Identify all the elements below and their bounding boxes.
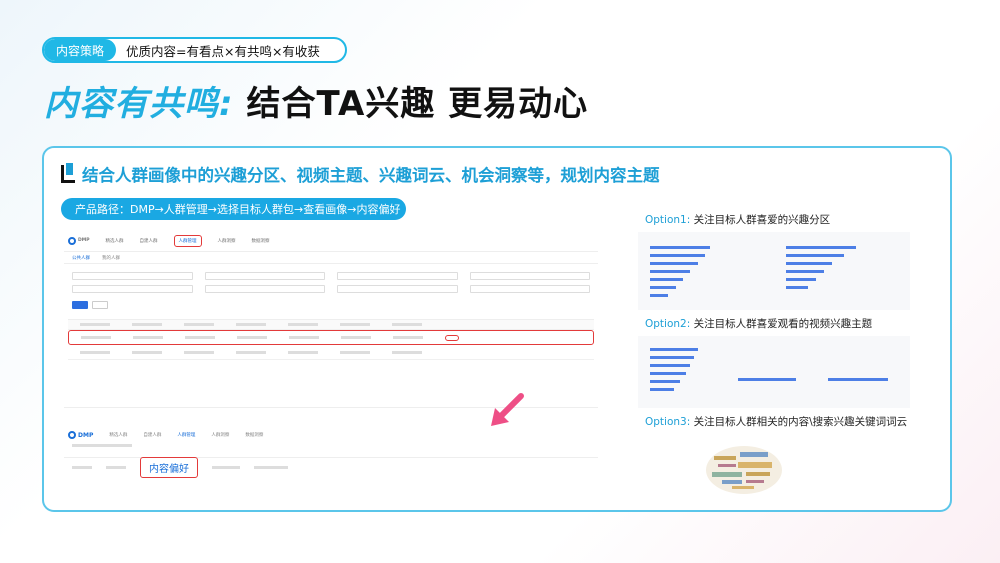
reset-button[interactable] bbox=[92, 301, 108, 309]
video-topic-chart bbox=[638, 336, 910, 408]
dmp-crowd-management-screenshot: DMP 精选人群 自建人群 人群管理 人群洞察 数据洞察 公共人群 我的人群 bbox=[64, 230, 598, 408]
dmp-nav-2: DMP 精选人群 自建人群 人群管理 人群洞察 数据洞察 bbox=[64, 428, 598, 442]
nav-item[interactable]: 人群洞察 bbox=[218, 238, 236, 244]
filter-field[interactable] bbox=[204, 272, 325, 280]
strategy-pill: 内容策略 优质内容=有看点×有共鸣×有收获 bbox=[42, 37, 347, 63]
nav-item[interactable]: 人群管理 bbox=[177, 432, 195, 438]
dmp-logo: DMP bbox=[68, 236, 90, 245]
down-left-arrow-icon bbox=[491, 393, 524, 426]
dmp-logo-icon bbox=[68, 431, 76, 439]
dmp-logo-text: DMP bbox=[78, 238, 90, 243]
nav-item-crowd-management[interactable]: 人群管理 bbox=[173, 234, 202, 247]
dmp-logo-icon bbox=[68, 236, 76, 245]
view-portrait-link[interactable] bbox=[445, 334, 459, 341]
card-title: 结合人群画像中的兴趣分区、视频主题、兴趣词云、机会洞察等，规划内容主题 bbox=[61, 162, 660, 186]
product-path: 产品路径：DMP→人群管理→选择目标人群包→查看画像→内容偏好 bbox=[61, 198, 406, 220]
nav-item[interactable]: 自建人群 bbox=[143, 432, 161, 438]
card-title-text: 结合人群画像中的兴趣分区、视频主题、兴趣词云、机会洞察等，规划内容主题 bbox=[82, 166, 660, 185]
strategy-tagline: 优质内容=有看点×有共鸣×有收获 bbox=[126, 43, 320, 59]
dmp-content-preference-screenshot: DMP 精选人群 自建人群 人群管理 人群洞察 数据洞察 内容偏好 bbox=[64, 428, 598, 498]
filter-field[interactable] bbox=[337, 285, 458, 293]
nav-item[interactable]: 数据洞察 bbox=[252, 238, 270, 244]
table-row[interactable] bbox=[68, 345, 594, 360]
filter-field[interactable] bbox=[469, 272, 590, 280]
filter-field[interactable] bbox=[469, 285, 590, 293]
nav-item[interactable]: 自建人群 bbox=[140, 238, 158, 244]
filter-field[interactable] bbox=[72, 285, 193, 293]
portrait-tabs: 内容偏好 bbox=[64, 457, 598, 478]
nav-item[interactable]: 精选人群 bbox=[106, 238, 124, 244]
option3-label: Option3: 关注目标人群相关的内容\搜索兴趣关键词词云 bbox=[645, 414, 907, 429]
option2-label: Option2: 关注目标人群喜爱观看的视频兴趣主题 bbox=[645, 316, 872, 331]
option2-text: 关注目标人群喜爱观看的视频兴趣主题 bbox=[693, 318, 873, 330]
option1-text: 关注目标人群喜爱的兴趣分区 bbox=[693, 214, 831, 226]
filter-field[interactable] bbox=[204, 285, 325, 293]
filter-field[interactable] bbox=[337, 272, 458, 280]
interest-zone-chart bbox=[638, 232, 910, 310]
dmp-logo-text: DMP bbox=[78, 431, 94, 439]
corner-bracket-icon bbox=[61, 163, 75, 183]
query-button[interactable] bbox=[72, 301, 88, 309]
option1-label: Option1: 关注目标人群喜爱的兴趣分区 bbox=[645, 212, 830, 227]
option3-text: 关注目标人群相关的内容\搜索兴趣关键词词云 bbox=[693, 416, 908, 428]
option3-prefix: Option3: bbox=[645, 416, 691, 428]
option1-prefix: Option1: bbox=[645, 214, 691, 226]
dmp-logo-2: DMP bbox=[68, 431, 93, 439]
crowd-subtabs: 公共人群 我的人群 bbox=[64, 252, 598, 264]
nav-item[interactable]: 人群洞察 bbox=[211, 432, 229, 438]
filter-grid bbox=[64, 264, 598, 297]
option2-prefix: Option2: bbox=[645, 318, 691, 330]
crowd-table bbox=[68, 319, 594, 360]
table-row-highlighted[interactable] bbox=[68, 330, 594, 345]
subtab-mine[interactable]: 我的人群 bbox=[102, 255, 120, 261]
title-rest: 结合TA兴趣 更易动心 bbox=[246, 84, 589, 124]
page-title: 内容有共鸣: 结合TA兴趣 更易动心 bbox=[44, 76, 588, 125]
content-card: 结合人群画像中的兴趣分区、视频主题、兴趣词云、机会洞察等，规划内容主题 产品路径… bbox=[42, 146, 952, 512]
nav-item[interactable]: 数据洞察 bbox=[245, 432, 263, 438]
dmp-nav: DMP 精选人群 自建人群 人群管理 人群洞察 数据洞察 bbox=[64, 230, 598, 252]
table-header bbox=[68, 320, 594, 330]
filter-buttons bbox=[64, 297, 598, 313]
strategy-tag: 内容策略 bbox=[44, 39, 117, 61]
crowd-meta bbox=[64, 442, 598, 449]
title-accent: 内容有共鸣: bbox=[44, 84, 234, 124]
tab-content-preference[interactable]: 内容偏好 bbox=[140, 457, 198, 478]
keyword-wordcloud bbox=[706, 446, 782, 494]
nav-item[interactable]: 精选人群 bbox=[109, 432, 127, 438]
filter-field[interactable] bbox=[72, 272, 193, 280]
subtab-public[interactable]: 公共人群 bbox=[72, 255, 90, 261]
